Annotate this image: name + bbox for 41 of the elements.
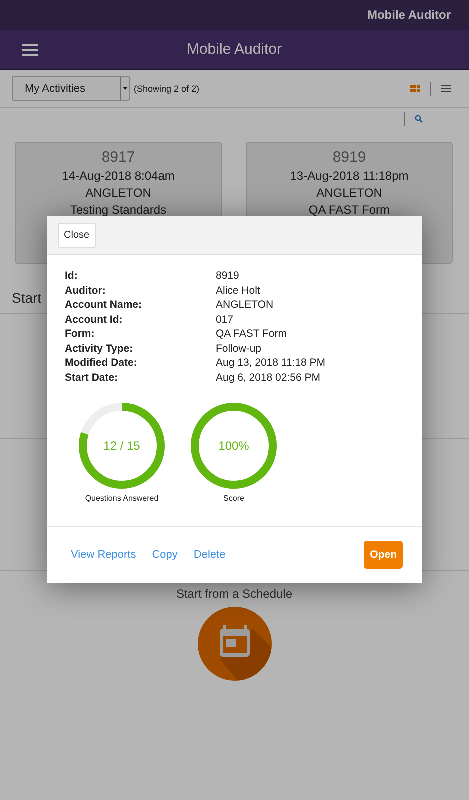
header-title: Mobile Auditor	[186, 41, 284, 58]
detail-value: QA FAST Form	[216, 328, 288, 340]
search-icon[interactable]	[415, 115, 423, 123]
activity-id: 8919	[332, 149, 366, 166]
detail-label: Account Id:	[65, 314, 124, 326]
calendar-button[interactable]	[198, 607, 272, 681]
close-button[interactable]: Close	[58, 222, 96, 248]
detail-value: 8919	[216, 270, 240, 282]
result-count: (Showing 2 of 2)	[134, 84, 201, 94]
section-heading: Start	[12, 290, 42, 306]
detail-label: Auditor:	[65, 284, 107, 296]
list-view-button[interactable]	[439, 82, 453, 94]
detail-label: Activity Type:	[65, 342, 134, 354]
detail-value: ANGLETON	[216, 299, 275, 311]
detail-value: 017	[216, 314, 235, 326]
menu-icon[interactable]	[22, 44, 38, 56]
form-name: QA FAST Form	[308, 203, 390, 217]
grid-view-button[interactable]	[408, 83, 422, 94]
detail-label: Start Date:	[65, 372, 120, 384]
detail-label: Id:	[65, 270, 79, 282]
detail-value: Alice Holt	[216, 284, 262, 296]
gauge-caption: Questions Answered	[85, 494, 159, 502]
detail-label: Form:	[65, 328, 96, 340]
detail-value: Follow-up	[216, 342, 263, 354]
gauge-value: 12 / 15	[104, 438, 140, 452]
activity-date: 14-Aug-2018 8:04am	[62, 169, 175, 183]
account-name: ANGLETON	[316, 186, 382, 200]
gauge-caption: Score	[224, 494, 244, 502]
schedule-label: Start from a Schedule	[176, 587, 293, 601]
detail-label: Modified Date:	[65, 357, 138, 369]
app-title: Mobile Auditor	[367, 8, 451, 22]
detail-label: Account Name:	[65, 299, 144, 311]
detail-value: Aug 13, 2018 11:18 PM	[216, 357, 327, 369]
filter-dropdown[interactable]: My Activities	[12, 76, 130, 101]
detail-value: Aug 6, 2018 02:56 PM	[216, 372, 322, 384]
activity-date: 13-Aug-2018 11:18pm	[290, 169, 409, 183]
account-name: ANGLETON	[86, 186, 152, 200]
caret-icon	[122, 87, 128, 90]
activity-id: 8917	[102, 149, 136, 166]
gauge-value: 100%	[218, 438, 250, 452]
form-name: Testing Standards	[70, 203, 167, 217]
